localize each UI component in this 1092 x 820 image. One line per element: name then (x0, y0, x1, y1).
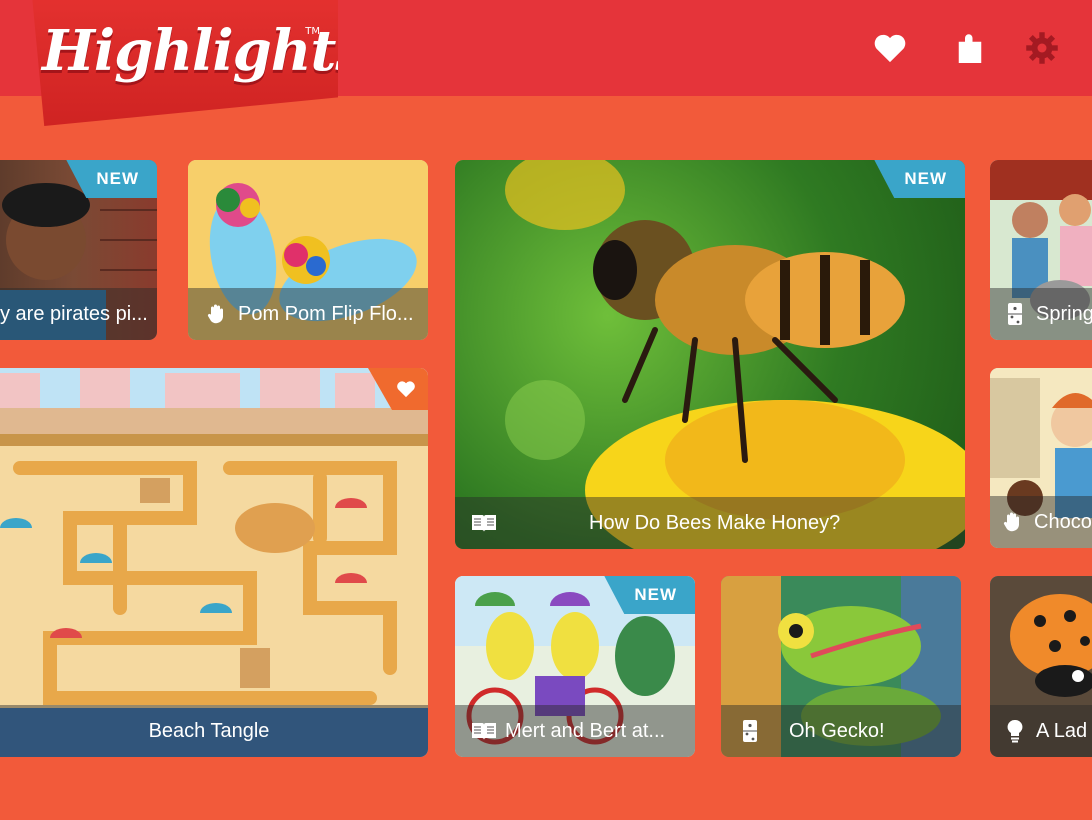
tile-title: Pom Pom Flip Flo... (238, 302, 414, 325)
logo-text: Highlights (42, 18, 366, 84)
tile-title: How Do Bees Make Honey? (589, 511, 841, 534)
tile-spring[interactable]: Spring (990, 160, 1092, 340)
tile-caption: y are pirates pi... (0, 288, 157, 340)
tile-title: Mert and Bert at... (505, 719, 666, 742)
tile-caption: Oh Gecko! (721, 705, 961, 757)
book-icon (471, 510, 497, 536)
dice-icon (1002, 301, 1028, 327)
hand-craft-icon (1000, 509, 1026, 535)
puzzle-icon[interactable] (952, 30, 988, 66)
tile-ladybug[interactable]: A Lad (990, 576, 1092, 757)
tile-oh-gecko[interactable]: Oh Gecko! (721, 576, 961, 757)
dice-icon (737, 718, 763, 744)
tile-caption: Choco (990, 496, 1092, 548)
bee-thumbnail (455, 160, 965, 549)
heart-icon (397, 381, 415, 398)
tile-mert-and-bert[interactable]: NEW Mert and Bert at... (455, 576, 695, 757)
lightbulb-icon (1002, 718, 1028, 744)
tile-beach-tangle[interactable]: Beach Tangle (0, 368, 428, 757)
tile-pirates[interactable]: NEW y are pirates pi... (0, 160, 157, 340)
tile-caption: How Do Bees Make Honey? (455, 497, 965, 549)
tile-flip-flops[interactable]: Pom Pom Flip Flo... (188, 160, 428, 340)
hand-craft-icon (204, 301, 230, 327)
tile-title: Oh Gecko! (789, 719, 885, 742)
beach-maze-thumbnail (0, 368, 428, 757)
tile-title: Choco (1034, 510, 1092, 533)
tile-caption: Mert and Bert at... (455, 705, 695, 757)
tile-title: Spring (1036, 302, 1092, 325)
favorites-heart-icon[interactable] (872, 30, 908, 66)
highlights-logo[interactable]: Highlights TM (32, 0, 338, 126)
tile-caption: A Lad (990, 705, 1092, 757)
tile-caption: Beach Tangle (0, 705, 428, 757)
book-icon (471, 718, 497, 744)
tile-caption: Spring (990, 288, 1092, 340)
settings-gear-icon[interactable] (1024, 30, 1060, 66)
tile-title: y are pirates pi... (0, 302, 148, 325)
tile-choco[interactable]: Choco (990, 368, 1092, 548)
tile-bees[interactable]: NEW How Do Bees Make Honey? (455, 160, 965, 549)
tile-title: A Lad (1036, 719, 1088, 742)
tile-caption: Pom Pom Flip Flo... (188, 288, 428, 340)
logo-trademark: TM (305, 26, 320, 37)
tile-title: Beach Tangle (148, 719, 270, 742)
